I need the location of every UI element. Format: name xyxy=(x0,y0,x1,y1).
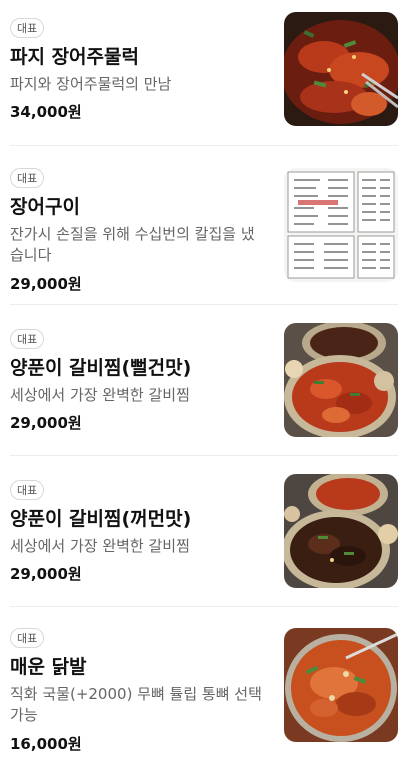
menu-item-price: 29,000원 xyxy=(10,414,82,432)
menu-item-name: 매운 닭발 xyxy=(10,656,87,678)
menu-item-name: 양푼이 갈비찜(꺼먼맛) xyxy=(10,508,192,530)
signature-badge: 대표 xyxy=(10,329,45,349)
menu-item-spicy-chicken-feet[interactable]: 대표 매운 닭발 직화 국물(+2000) 무뼈 튤립 통뼈 선택 가능 16,… xyxy=(10,622,398,753)
soy-galbi-jjim-photo[interactable] xyxy=(284,474,398,588)
menu-item-price: 29,000원 xyxy=(10,275,82,293)
menu-item-spicy-galbi-jjim[interactable]: 대표 양푼이 갈비찜(뻘건맛) 세상에서 가장 완벽한 갈비찜 29,000원 xyxy=(10,323,398,439)
spicy-chicken-feet-photo[interactable] xyxy=(284,628,398,742)
menu-item-description: 파지와 장어주물럭의 만남 xyxy=(10,75,172,93)
menu-item-description: 직화 국물(+2000) 무뼈 튤립 통뼈 선택 가능 xyxy=(10,685,262,724)
signature-badge: 대표 xyxy=(10,628,45,648)
menu-item-name: 양푼이 갈비찜(뻘건맛) xyxy=(10,357,192,379)
signature-badge: 대표 xyxy=(10,168,45,188)
menu-item-name: 장어구이 xyxy=(10,196,80,218)
signature-badge: 대표 xyxy=(10,480,45,500)
item-divider xyxy=(10,145,398,146)
menu-board-photo[interactable] xyxy=(284,168,398,282)
menu-item-description: 세상에서 가장 완벽한 갈비찜 xyxy=(10,537,190,555)
spicy-galbi-jjim-photo[interactable] xyxy=(284,323,398,437)
menu-item-price: 34,000원 xyxy=(10,103,82,121)
menu-item-grilled-eel[interactable]: 대표 장어구이 잔가시 손질을 위해 수십번의 칼집을 냈습니다 29,000원 xyxy=(10,162,398,293)
menu-item-description: 잔가시 손질을 위해 수십번의 칼집을 냈습니다 xyxy=(10,225,255,264)
signature-badge: 대표 xyxy=(10,18,45,38)
item-divider xyxy=(10,304,398,305)
menu-item-stir-fried-eel[interactable]: 대표 파지 장어주물럭 파지와 장어주물럭의 만남 34,000원 xyxy=(10,12,398,128)
menu-item-name: 파지 장어주물럭 xyxy=(10,46,139,68)
menu-item-soy-galbi-jjim[interactable]: 대표 양푼이 갈비찜(꺼먼맛) 세상에서 가장 완벽한 갈비찜 29,000원 xyxy=(10,474,398,590)
stir-fried-eel-photo[interactable] xyxy=(284,12,398,126)
item-divider xyxy=(10,606,398,607)
menu-item-price: 16,000원 xyxy=(10,735,82,753)
item-divider xyxy=(10,455,398,456)
menu-item-price: 29,000원 xyxy=(10,565,82,583)
menu-item-description: 세상에서 가장 완벽한 갈비찜 xyxy=(10,386,190,404)
